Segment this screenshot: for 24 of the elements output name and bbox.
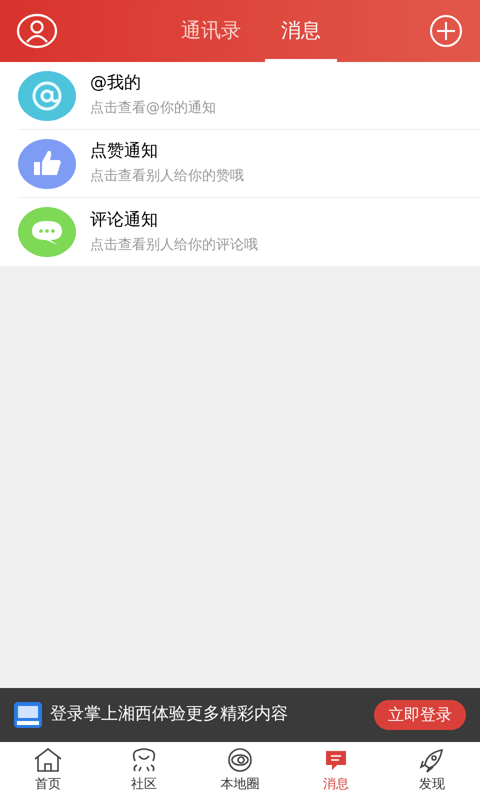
chat-bubble-icon [18, 207, 76, 257]
login-prompt: 登录掌上湘西体验更多精彩内容 [50, 703, 289, 726]
house-icon [33, 747, 63, 774]
orbit-icon [225, 747, 255, 774]
nav-tab[interactable]: 发现 [384, 742, 480, 800]
notification-subtitle: 点击查看@你的通知 [90, 100, 216, 118]
thumbs-up-icon [18, 138, 76, 188]
notification-subtitle: 点击查看别人给你的赞哦 [90, 168, 244, 186]
at-sign-icon [18, 70, 76, 120]
notification-item[interactable]: @我的 点击查看@你的通知 [18, 62, 480, 130]
notification-subtitle: 点击查看别人给你的评论哦 [90, 236, 258, 254]
nav-tab[interactable]: 社区 [96, 742, 192, 800]
notification-item[interactable]: 评论通知 点击查看别人给你的评论哦 [18, 198, 480, 266]
plus-icon[interactable] [428, 13, 464, 49]
nav-tab[interactable]: 首页 [0, 742, 96, 800]
notification-title: 评论通知 [90, 210, 159, 231]
login-button[interactable]: 立即登录 [374, 700, 466, 730]
app-logo-icon [14, 702, 42, 728]
notification-title: 点赞通知 [90, 141, 159, 162]
nav-tab[interactable]: 消息 [288, 742, 384, 800]
nav-tab[interactable]: 本地圈 [192, 742, 288, 800]
notification-item[interactable]: 点赞通知 点击查看别人给你的赞哦 [18, 130, 480, 198]
notification-title: @我的 [90, 73, 142, 94]
user-avatar-icon[interactable] [16, 13, 58, 49]
